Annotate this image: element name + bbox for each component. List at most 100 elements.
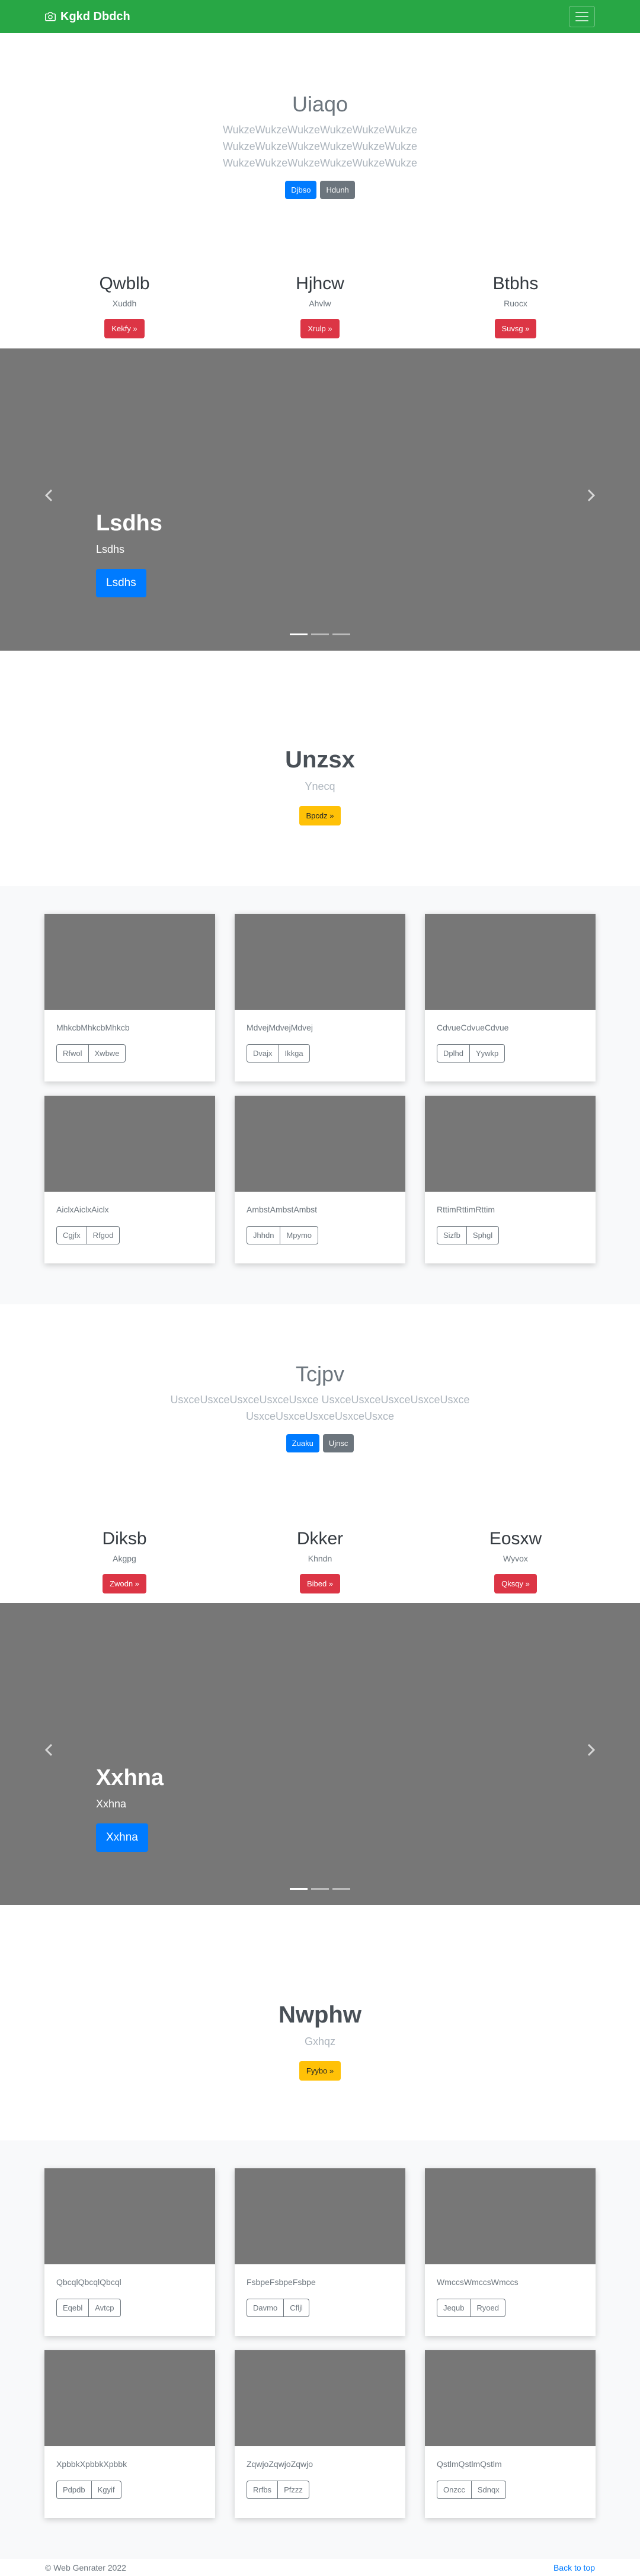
jumbotron-primary-button[interactable]: Zuaku <box>286 1434 319 1452</box>
card-button[interactable]: Rfgod <box>87 1226 120 1244</box>
card-button[interactable]: Dplhd <box>437 1044 470 1063</box>
jumbotron-secondary-button[interactable]: Ujnsc <box>322 1434 354 1452</box>
card-button[interactable]: Pdpdb <box>56 2481 92 2499</box>
carousel-indicator[interactable] <box>332 633 350 635</box>
card-button-group: Eqebl Avtcp <box>56 2299 121 2317</box>
column-button[interactable]: Bibed » <box>299 1574 341 1593</box>
carousel-indicator[interactable] <box>290 633 308 635</box>
feature-text: Ynecq <box>305 780 335 792</box>
album: QbcqlQbcqlQbcql Eqebl Avtcp FsbpeFsbpeFs… <box>0 2140 640 2559</box>
hamburger-icon-line <box>575 12 588 13</box>
carousel-next-button[interactable] <box>580 1738 603 1762</box>
card-button[interactable]: Rfwol <box>56 1044 89 1063</box>
card-thumbnail <box>235 1096 405 1192</box>
column-button[interactable]: Zwodn » <box>103 1574 146 1593</box>
carousel-title: Lsdhs <box>96 511 162 536</box>
card-button-group: Pdpdb Kgyif <box>56 2481 121 2499</box>
column-title: Diksb <box>102 1529 147 1548</box>
column-button[interactable]: Xrulp » <box>300 319 340 338</box>
album-card: WmccsWmccsWmccs Jequb Ryoed <box>425 2168 596 2336</box>
card-text: QstlmQstlmQstlm <box>437 2459 502 2469</box>
card-text: XpbbkXpbbkXpbbk <box>56 2459 127 2469</box>
column-title: Hjhcw <box>296 274 344 293</box>
carousel-indicator[interactable] <box>332 1888 350 1890</box>
jumbotron-secondary-button[interactable]: Hdunh <box>320 181 355 199</box>
card-thumbnail <box>425 2350 596 2446</box>
column-text: Akgpg <box>113 1554 136 1563</box>
feature-button[interactable]: Bpcdz » <box>299 806 341 825</box>
feature-button[interactable]: Fyybo » <box>299 2061 341 2081</box>
card-button[interactable]: Kgyif <box>91 2481 121 2499</box>
column-button[interactable]: Qksqy » <box>494 1574 537 1593</box>
column-title: Qwblb <box>99 274 150 293</box>
card-button[interactable]: Cgjfx <box>56 1226 87 1244</box>
card-button[interactable]: Cfljl <box>284 2299 309 2317</box>
card-text: ZqwjoZqwjoZqwjo <box>247 2459 313 2469</box>
carousel-indicator[interactable] <box>311 1888 329 1890</box>
jumbotron-title: Tcjpv <box>295 1362 345 1386</box>
hamburger-icon-line <box>575 20 588 21</box>
carousel-indicator[interactable] <box>290 1888 308 1890</box>
card-button[interactable]: Avtcp <box>89 2299 121 2317</box>
card-button[interactable]: Dvajx <box>247 1044 279 1063</box>
card-button[interactable]: Yywkp <box>469 1044 505 1063</box>
card-button[interactable]: Sdnqx <box>471 2481 506 2499</box>
card-button[interactable]: Sizfb <box>437 1226 467 1244</box>
card-text: MhkcbMhkcbMhkcb <box>56 1023 130 1032</box>
card-button[interactable]: Davmo <box>247 2299 284 2317</box>
card-text: RttimRttimRttim <box>437 1205 495 1214</box>
jumbotron: Uiaqo WukzeWukzeWukzeWukzeWukzeWukze Wuk… <box>0 92 640 199</box>
jumbotron-lead: WukzeWukzeWukzeWukzeWukzeWukze WukzeWukz… <box>222 124 418 169</box>
carousel-prev-button[interactable] <box>37 484 60 507</box>
navbar-toggler-button[interactable] <box>569 6 595 27</box>
carousel-indicator[interactable] <box>311 633 329 635</box>
card-button[interactable]: Onzcc <box>437 2481 472 2499</box>
card-button-group: Dvajx Ikkga <box>247 1044 310 1063</box>
camera-icon <box>45 12 56 21</box>
marketing-column: Eosxw Wyvox Qksqy » <box>421 1529 610 1593</box>
jumbotron: Tcjpv UsxceUsxceUsxceUsxceUsxce UsxceUsx… <box>0 1362 640 1452</box>
card-button[interactable]: Ryoed <box>471 2299 505 2317</box>
carousel-button[interactable]: Lsdhs <box>96 569 146 597</box>
album-card: CdvueCdvueCdvue Dplhd Yywkp <box>425 914 596 1081</box>
jumbotron-primary-button[interactable]: Djbso <box>285 181 317 199</box>
card-button[interactable]: Sphgl <box>466 1226 500 1244</box>
marketing-column: Hjhcw Ahvlw Xrulp » <box>225 274 415 338</box>
column-title: Dkker <box>296 1529 344 1548</box>
card-button[interactable]: Jequb <box>437 2299 471 2317</box>
column-text: Wyvox <box>503 1554 528 1563</box>
carousel-caption: Xxhna Xxhna Xxhna <box>96 1765 164 1852</box>
carousel-prev-button[interactable] <box>37 1738 60 1762</box>
card-button[interactable]: Eqebl <box>56 2299 89 2317</box>
card-button[interactable]: Pfzzz <box>278 2481 309 2499</box>
card-thumbnail <box>425 2168 596 2264</box>
card-text: FsbpeFsbpeFsbpe <box>247 2277 316 2287</box>
card-button[interactable]: Xwbwe <box>88 1044 126 1063</box>
jumbotron-title: Uiaqo <box>292 92 348 116</box>
card-text: CdvueCdvueCdvue <box>437 1023 509 1032</box>
card-button-group: Jequb Ryoed <box>437 2299 505 2317</box>
marketing-columns: Diksb Akgpg Zwodn » Dkker Khndn Bibed » … <box>0 1529 640 1593</box>
card-button[interactable]: Mpymo <box>280 1226 319 1244</box>
card-button-group: Onzcc Sdnqx <box>437 2481 506 2499</box>
column-button[interactable]: Suvsg » <box>494 319 537 338</box>
card-button[interactable]: Jhhdn <box>247 1226 281 1244</box>
back-to-top-link[interactable]: Back to top <box>553 2563 595 2572</box>
navbar-brand[interactable]: Kgkd Dbdch <box>45 10 130 24</box>
jumbotron-lead: UsxceUsxceUsxceUsxceUsxce UsxceUsxceUsxc… <box>170 1394 470 1422</box>
card-thumbnail <box>44 2168 215 2264</box>
carousel-next-button[interactable] <box>580 484 603 507</box>
navbar: Kgkd Dbdch <box>0 0 640 33</box>
carousel-button[interactable]: Xxhna <box>96 1823 148 1852</box>
carousel-indicators <box>0 1888 640 1890</box>
column-text: Khndn <box>308 1554 332 1563</box>
carousel: Lsdhs Lsdhs Lsdhs <box>0 348 640 651</box>
card-thumbnail <box>235 2168 405 2264</box>
card-thumbnail <box>235 2350 405 2446</box>
card-button[interactable]: Ikkga <box>279 1044 310 1063</box>
column-button[interactable]: Kekfy » <box>104 319 145 338</box>
card-button-group: Cgjfx Rfgod <box>56 1226 120 1244</box>
card-button[interactable]: Rrfbs <box>247 2481 279 2499</box>
column-text: Ahvlw <box>309 299 331 308</box>
column-text: Ruocx <box>504 299 527 308</box>
